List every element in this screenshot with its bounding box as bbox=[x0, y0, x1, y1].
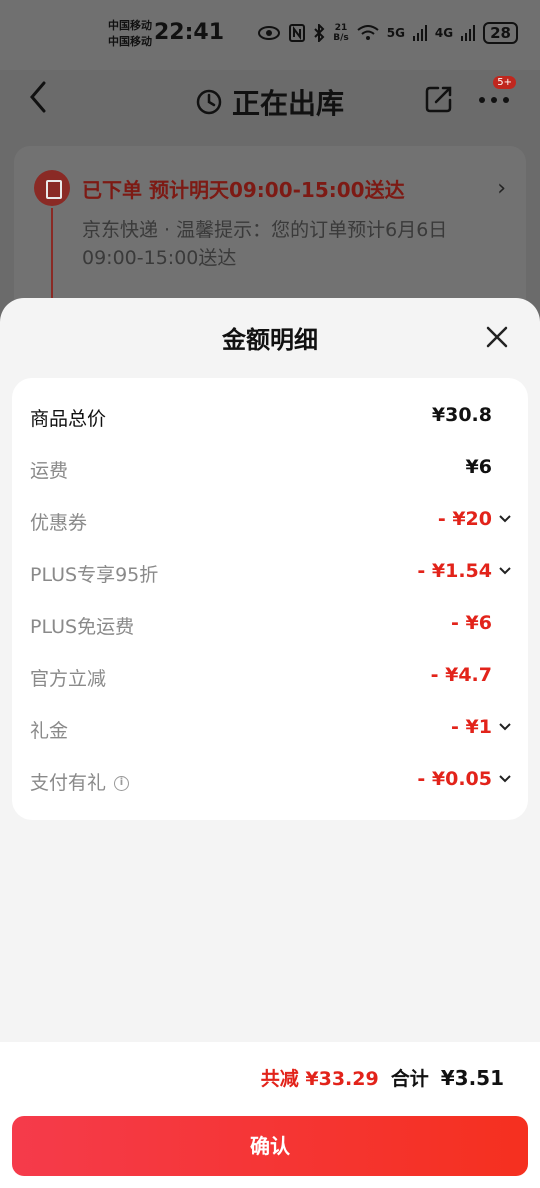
row-value: ¥30.8 bbox=[431, 404, 492, 426]
chevron-down-icon bbox=[499, 775, 511, 783]
signal-icon bbox=[412, 25, 427, 41]
row-plus-free-shipping: PLUS免运费 - ¥6 bbox=[12, 604, 528, 644]
page-header: 正在出库 5+ bbox=[0, 70, 540, 130]
row-plus-discount[interactable]: PLUS专享95折 - ¥1.54 bbox=[12, 552, 528, 592]
amount-summary: 共减 ¥33.29 合计 ¥3.51 bbox=[261, 1064, 504, 1091]
page-title: 正在出库 bbox=[231, 87, 344, 120]
battery-indicator: 28 bbox=[483, 22, 518, 44]
row-label: 支付有礼 bbox=[30, 772, 107, 794]
status-time: 22:41 bbox=[154, 20, 225, 45]
row-label: 官方立减 bbox=[30, 668, 107, 690]
row-label: PLUS专享95折 bbox=[30, 564, 159, 586]
order-description: 京东快递 · 温馨提示：您的订单预计6月6日09:00-15:00送达 bbox=[82, 219, 448, 269]
row-label: 商品总价 bbox=[30, 408, 107, 430]
notification-badge: 5+ bbox=[493, 76, 516, 89]
order-document-icon bbox=[34, 170, 70, 206]
carrier-labels: 中国移动 中国移动 bbox=[108, 18, 152, 50]
row-official-discount: 官方立减 - ¥4.7 bbox=[12, 656, 528, 696]
chevron-down-icon bbox=[499, 515, 511, 523]
clock-icon bbox=[196, 89, 222, 115]
status-bar: 中国移动 中国移动 22:41 21 B/s 5G 4G 28 bbox=[0, 0, 540, 70]
speed-unit: B/s bbox=[333, 33, 349, 43]
order-status-text: 已下单 预计明天09:00-15:00送达 bbox=[82, 178, 405, 202]
chevron-right-icon: › bbox=[497, 176, 506, 201]
row-coupon[interactable]: 优惠券 - ¥20 bbox=[12, 500, 528, 540]
row-value: ¥6 bbox=[465, 456, 492, 478]
total-reduced: 共减 ¥33.29 bbox=[260, 1068, 379, 1090]
carrier-1: 中国移动 bbox=[108, 19, 152, 32]
close-button[interactable] bbox=[482, 322, 512, 352]
speed-value: 21 bbox=[334, 23, 348, 33]
row-value: - ¥1.54 bbox=[417, 560, 492, 582]
chevron-down-icon bbox=[499, 723, 511, 731]
nfc-icon bbox=[289, 24, 306, 42]
network-type-2: 4G bbox=[434, 26, 454, 40]
row-product-total: 商品总价 ¥30.8 bbox=[12, 396, 528, 436]
row-label: 礼金 bbox=[30, 720, 69, 742]
total-value: ¥3.51 bbox=[440, 1066, 504, 1090]
status-icons: 21 B/s 5G 4G 28 bbox=[257, 22, 518, 44]
row-payment-gift[interactable]: 支付有礼 i - ¥0.05 bbox=[12, 760, 528, 800]
row-gift-money[interactable]: 礼金 - ¥1 bbox=[12, 708, 528, 748]
row-value: - ¥20 bbox=[437, 508, 492, 530]
confirm-button[interactable]: 确认 bbox=[12, 1116, 528, 1176]
row-value: - ¥0.05 bbox=[417, 768, 492, 790]
share-icon bbox=[425, 86, 452, 113]
row-label: PLUS免运费 bbox=[30, 616, 135, 638]
network-speed: 21 B/s bbox=[333, 23, 349, 43]
row-label: 优惠券 bbox=[30, 512, 88, 534]
amount-detail-card: 商品总价 ¥30.8 运费 ¥6 优惠券 - ¥20 PLUS专享95折 - ¥… bbox=[12, 378, 528, 820]
sheet-title: 金额明细 bbox=[222, 326, 318, 354]
row-label-wrap: 支付有礼 i bbox=[30, 768, 130, 795]
more-icon bbox=[479, 97, 509, 103]
row-value: - ¥1 bbox=[451, 716, 492, 738]
carrier-2: 中国移动 bbox=[108, 35, 152, 48]
network-type-1: 5G bbox=[386, 26, 405, 40]
row-shipping: 运费 ¥6 bbox=[12, 448, 528, 488]
footer-bar: 共减 ¥33.29 合计 ¥3.51 确认 bbox=[0, 1042, 540, 1188]
bluetooth-icon bbox=[314, 24, 325, 42]
wifi-icon bbox=[357, 25, 379, 40]
title-group: 正在出库 bbox=[0, 82, 540, 122]
signal-icon-2 bbox=[461, 25, 476, 41]
row-value: - ¥6 bbox=[451, 612, 492, 634]
share-button[interactable] bbox=[424, 84, 454, 114]
row-value: - ¥4.7 bbox=[430, 664, 492, 686]
close-icon bbox=[486, 326, 508, 348]
info-icon[interactable]: i bbox=[114, 776, 130, 791]
eye-icon bbox=[258, 26, 281, 40]
total-label: 合计 bbox=[390, 1068, 429, 1090]
more-button[interactable] bbox=[478, 90, 512, 114]
row-label: 运费 bbox=[30, 460, 69, 482]
chevron-down-icon bbox=[499, 567, 511, 575]
